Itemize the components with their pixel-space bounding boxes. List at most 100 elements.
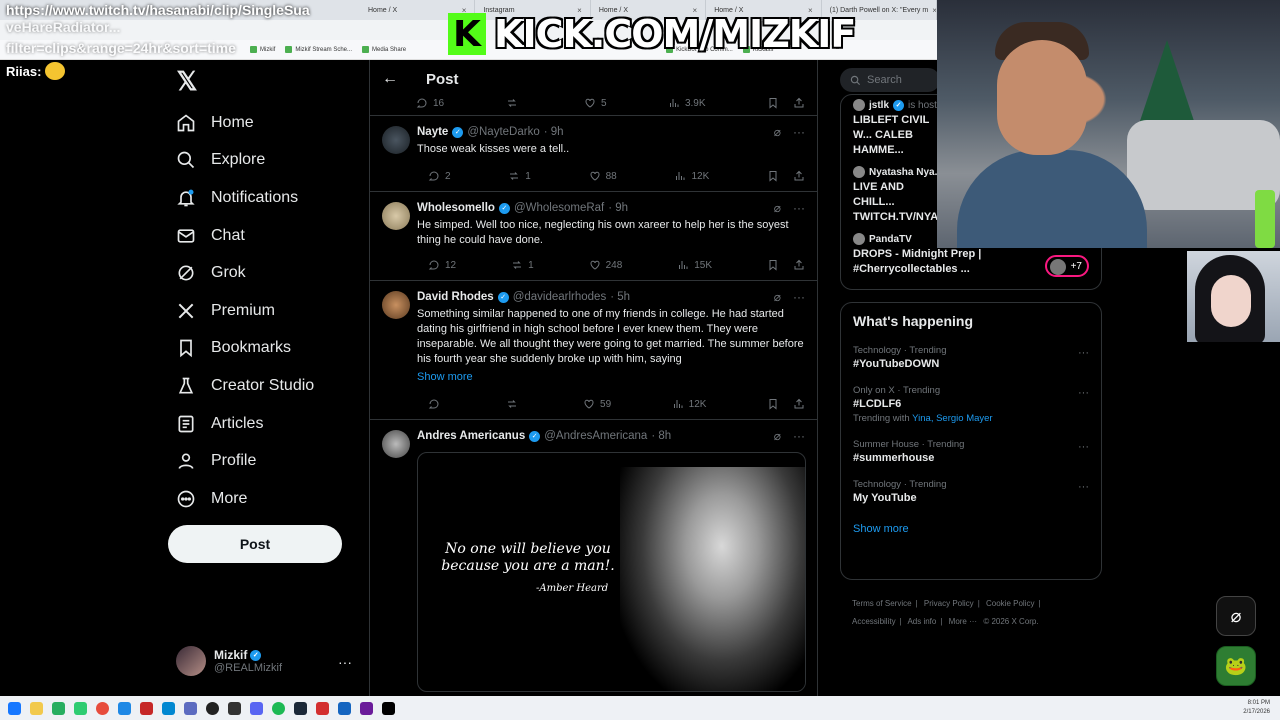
search-input[interactable]: Search	[840, 68, 940, 92]
live-more-badge[interactable]: +7	[1045, 255, 1089, 277]
trend-item[interactable]: Only on X · Trending #LCDLF6 Trending wi…	[853, 385, 1089, 424]
reply-tweet[interactable]: Wholesomello ✓ @WholesomeRaf · 9h ⌀ ··· He si…	[370, 191, 817, 280]
app-icon[interactable]	[360, 701, 373, 715]
like-button[interactable]: 59	[583, 398, 611, 410]
avatar[interactable]	[382, 291, 410, 319]
tweet-time[interactable]: · 9h	[544, 126, 564, 138]
bookmark-button[interactable]	[767, 97, 779, 109]
reply-button[interactable]: 16	[416, 97, 444, 109]
more-options-icon[interactable]: ···	[793, 201, 805, 215]
trend-item[interactable]: Technology · Trending #YouTubeDOWN ···	[853, 345, 1089, 370]
app-icon[interactable]	[228, 701, 241, 715]
share-button[interactable]	[793, 170, 805, 182]
sidebar-item-home[interactable]: Home	[176, 104, 314, 142]
sidebar-item-more[interactable]: More	[176, 480, 314, 518]
app-icon[interactable]	[162, 701, 175, 715]
repost-button[interactable]	[506, 97, 523, 109]
bookmark[interactable]: Mizkif Stream Sche...	[285, 46, 352, 53]
footer-link[interactable]: Cookie Policy	[986, 599, 1034, 608]
more-options-icon[interactable]: ···	[1078, 387, 1089, 399]
tweet-time[interactable]: · 9h	[608, 202, 628, 214]
share-button[interactable]	[793, 398, 805, 410]
sidebar-item-articles[interactable]: Articles	[176, 405, 314, 443]
more-options-icon[interactable]: ···	[1078, 481, 1089, 493]
tweet-time[interactable]: · 8h	[651, 430, 671, 442]
bookmark-button[interactable]	[767, 170, 779, 182]
app-icon[interactable]	[74, 701, 87, 715]
show-more-link[interactable]: Show more	[853, 523, 909, 535]
spotify-icon[interactable]	[272, 701, 285, 715]
grok-icon[interactable]: ⌀	[774, 125, 781, 139]
repost-button[interactable]: 1	[508, 170, 531, 182]
more-options-icon[interactable]: ···	[793, 290, 805, 304]
tweet-handle[interactable]: @WholesomeRaf	[514, 202, 604, 214]
x-logo-icon[interactable]: 𝕏	[174, 68, 200, 94]
app-icon[interactable]	[184, 701, 197, 715]
app-icon[interactable]	[338, 701, 351, 715]
reply-button[interactable]	[428, 398, 445, 410]
windows-start-icon[interactable]	[8, 701, 21, 715]
tweet-author[interactable]: Andres Americanus	[417, 430, 525, 442]
sidebar-item-premium[interactable]: Premium	[176, 292, 314, 330]
views-button[interactable]: 15K	[677, 259, 712, 271]
grok-icon[interactable]: ⌀	[1216, 596, 1256, 636]
sidebar-item-chat[interactable]: Chat	[176, 217, 314, 255]
x-app-icon[interactable]	[382, 701, 395, 715]
footer-link[interactable]: Accessibility	[852, 617, 896, 626]
footer-link[interactable]: Privacy Policy	[924, 599, 974, 608]
tweet-author[interactable]: Nayte	[417, 126, 448, 138]
sidebar-item-explore[interactable]: Explore	[176, 142, 314, 180]
sidebar-item-bookmarks[interactable]: Bookmarks	[176, 330, 314, 368]
views-button[interactable]: 3.9K	[668, 97, 706, 109]
share-button[interactable]	[793, 97, 805, 109]
grok-icon[interactable]: ⌀	[774, 429, 781, 443]
avatar[interactable]	[382, 430, 410, 458]
tweet-image[interactable]: No one will believe you because you are …	[417, 452, 806, 692]
chrome-icon[interactable]	[96, 701, 109, 715]
file-explorer-icon[interactable]	[30, 701, 43, 715]
reply-tweet[interactable]: Nayte ✓ @NayteDarko · 9h ⌀ ··· Those weak kis…	[370, 115, 817, 191]
like-button[interactable]: 248	[589, 259, 622, 271]
more-options-icon[interactable]: ···	[338, 654, 352, 670]
trend-related-link[interactable]: Yina, Sergio Mayer	[912, 413, 992, 424]
sidebar-item-profile[interactable]: Profile	[176, 442, 314, 480]
tweet-time[interactable]: · 5h	[610, 291, 630, 303]
repost-button[interactable]: 1	[511, 259, 534, 271]
trend-item[interactable]: Technology · Trending My YouTube ···	[853, 479, 1089, 504]
app-icon[interactable]	[52, 701, 65, 715]
like-button[interactable]: 5	[584, 97, 607, 109]
bookmark[interactable]: Media Share	[362, 46, 406, 53]
like-button[interactable]: 88	[589, 170, 617, 182]
views-button[interactable]: 12K	[672, 398, 706, 410]
avatar[interactable]	[382, 202, 410, 230]
bookmark-button[interactable]	[767, 398, 779, 410]
footer-link[interactable]: Terms of Service	[852, 599, 912, 608]
footer-link[interactable]: More ···	[949, 617, 977, 626]
bookmark-button[interactable]	[767, 259, 779, 271]
sidebar-item-notifications[interactable]: Notifications	[176, 179, 314, 217]
more-options-icon[interactable]: ···	[1078, 441, 1089, 453]
share-button[interactable]	[793, 259, 805, 271]
discord-icon[interactable]	[250, 701, 263, 715]
repost-button[interactable]	[506, 398, 523, 410]
more-options-icon[interactable]: ···	[793, 429, 805, 443]
app-icon[interactable]	[206, 701, 219, 715]
app-icon[interactable]	[140, 701, 153, 715]
sidebar-item-creator-studio[interactable]: Creator Studio	[176, 367, 314, 405]
tweet-handle[interactable]: @AndresAmericana	[544, 430, 647, 442]
show-more-link[interactable]: Show more	[417, 371, 473, 383]
steam-icon[interactable]	[294, 701, 307, 715]
system-clock[interactable]: 8:01 PM 2/17/2026	[1243, 699, 1270, 717]
bookmark[interactable]: Mizkif	[250, 46, 275, 53]
views-button[interactable]: 12K	[674, 170, 709, 182]
tweet-author[interactable]: Wholesomello	[417, 202, 495, 214]
reply-tweet[interactable]: David Rhodes ✓ @davidearlrhodes · 5h ⌀ ··· So…	[370, 280, 817, 419]
avatar[interactable]	[382, 126, 410, 154]
back-arrow-icon[interactable]: ←	[382, 70, 398, 88]
reply-button[interactable]: 2	[428, 170, 451, 182]
post-button[interactable]: Post	[168, 525, 342, 563]
account-switcher[interactable]: Mizkif ✓ @REALMizkif ···	[176, 646, 356, 676]
more-options-icon[interactable]: ···	[1078, 347, 1089, 359]
app-icon[interactable]	[118, 701, 131, 715]
tweet-handle[interactable]: @davidearlrhodes	[513, 291, 607, 303]
